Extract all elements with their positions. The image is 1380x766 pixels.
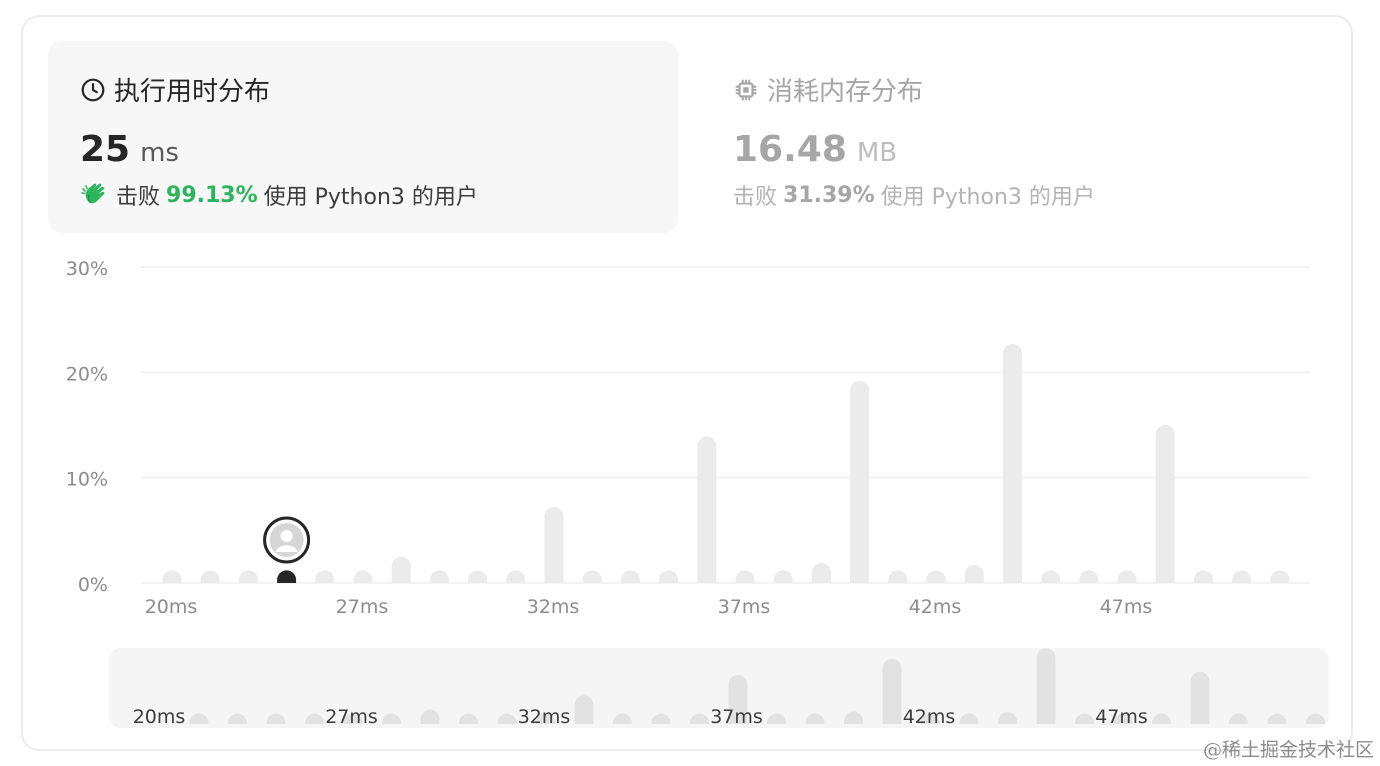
bar[interactable] xyxy=(773,570,793,583)
runtime-distribution-chart: 0% 10% 20% 30% 20ms 27ms 32ms 37ms 42ms 47ms 20ms 2… xyxy=(66,258,1329,728)
y-tick-label: 10% xyxy=(66,469,108,491)
bar[interactable] xyxy=(1155,424,1175,583)
overview-bar xyxy=(1190,671,1210,724)
overview-bar xyxy=(882,658,902,724)
bar[interactable] xyxy=(659,570,679,583)
bar[interactable] xyxy=(238,570,258,583)
bar[interactable] xyxy=(544,507,564,583)
bar[interactable] xyxy=(468,570,488,583)
bar[interactable] xyxy=(964,565,984,583)
x-tick-label: 32ms xyxy=(527,596,580,618)
overview-bar xyxy=(574,695,594,724)
highlighted-bar[interactable] xyxy=(277,570,297,583)
bar[interactable] xyxy=(888,570,908,583)
overview-x-label: 42ms xyxy=(903,706,956,728)
bar[interactable] xyxy=(811,562,831,583)
bar[interactable] xyxy=(506,570,526,583)
overview-bar xyxy=(1036,648,1056,724)
bar[interactable] xyxy=(620,570,640,583)
overview-x-label: 47ms xyxy=(1095,706,1148,728)
overview-x-label: 32ms xyxy=(518,706,571,728)
bar[interactable] xyxy=(1002,343,1022,583)
watermark-text: @稀土掘金技术社区 xyxy=(1202,739,1374,761)
x-tick-label: 20ms xyxy=(145,596,198,618)
y-tick-label: 20% xyxy=(66,363,108,385)
bar[interactable] xyxy=(429,570,449,583)
bar[interactable] xyxy=(391,556,411,583)
bar[interactable] xyxy=(200,570,220,583)
bar[interactable] xyxy=(735,570,755,583)
x-tick-label: 47ms xyxy=(1100,596,1153,618)
x-tick-label: 42ms xyxy=(909,596,962,618)
bar[interactable] xyxy=(315,570,335,583)
bar[interactable] xyxy=(1193,570,1213,583)
bar[interactable] xyxy=(1232,570,1252,583)
bar[interactable] xyxy=(850,380,870,583)
overview-x-label: 27ms xyxy=(325,706,378,728)
bar[interactable] xyxy=(1079,570,1099,583)
overview-x-label: 20ms xyxy=(133,706,186,728)
x-tick-label: 27ms xyxy=(336,596,389,618)
bar[interactable] xyxy=(697,436,717,583)
bar[interactable] xyxy=(1117,570,1137,583)
avatar-head xyxy=(280,530,293,542)
y-tick-label: 30% xyxy=(66,258,108,280)
overview-x-label: 37ms xyxy=(710,706,763,728)
bar[interactable] xyxy=(353,570,373,583)
bar[interactable] xyxy=(162,570,182,583)
y-tick-label: 0% xyxy=(78,574,108,596)
bar[interactable] xyxy=(926,570,946,583)
x-tick-label: 37ms xyxy=(718,596,771,618)
bar[interactable] xyxy=(582,570,602,583)
bar[interactable] xyxy=(1041,570,1061,583)
bar[interactable] xyxy=(1270,570,1290,583)
